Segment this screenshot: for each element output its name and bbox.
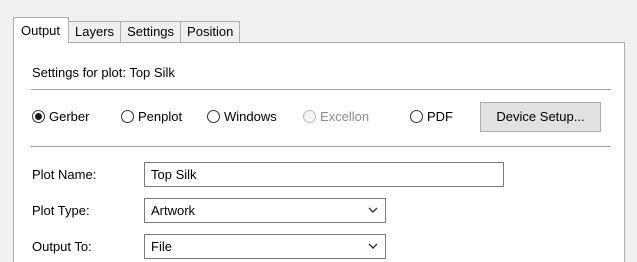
tab-layers[interactable]: Layers (68, 21, 122, 43)
output-to-select[interactable]: File (144, 234, 386, 259)
chevron-down-icon (368, 243, 378, 249)
tab-position[interactable]: Position (180, 21, 241, 43)
radio-label-excellon: Excellon (320, 109, 370, 124)
radio-label-gerber: Gerber (49, 109, 90, 124)
radio-label-pdf: PDF (427, 109, 453, 124)
tab-panel-output: Settings for plot: Top Silk Gerber Penpl… (13, 42, 625, 262)
radio-icon (410, 110, 423, 123)
radio-icon (32, 110, 45, 123)
radio-icon (207, 110, 220, 123)
radio-icon (303, 110, 316, 123)
plot-type-value: Artwork (151, 203, 196, 218)
tab-settings[interactable]: Settings (120, 21, 182, 43)
device-setup-button[interactable]: Device Setup... (480, 102, 601, 132)
chevron-down-icon (368, 207, 378, 213)
output-to-label: Output To: (32, 239, 92, 254)
radio-gerber[interactable]: Gerber (32, 109, 89, 124)
radio-label-windows: Windows (224, 109, 277, 124)
divider (31, 146, 611, 147)
divider (31, 89, 611, 90)
plot-type-label: Plot Type: (32, 203, 90, 218)
output-to-value: File (151, 239, 172, 254)
radio-icon (121, 110, 134, 123)
radio-label-penplot: Penplot (138, 109, 183, 124)
settings-heading: Settings for plot: Top Silk (32, 65, 175, 80)
plot-settings-dialog: Output Layers Settings Position Settings… (0, 0, 637, 262)
radio-pdf[interactable]: PDF (410, 109, 453, 124)
plot-name-field[interactable]: Top Silk (144, 162, 504, 187)
radio-penplot[interactable]: Penplot (121, 109, 182, 124)
plot-type-select[interactable]: Artwork (144, 198, 386, 223)
radio-windows[interactable]: Windows (207, 109, 277, 124)
plot-name-label: Plot Name: (32, 167, 97, 182)
tab-strip: Output Layers Settings Position (13, 17, 241, 43)
radio-excellon: Excellon (303, 109, 369, 124)
tab-output[interactable]: Output (13, 17, 70, 43)
